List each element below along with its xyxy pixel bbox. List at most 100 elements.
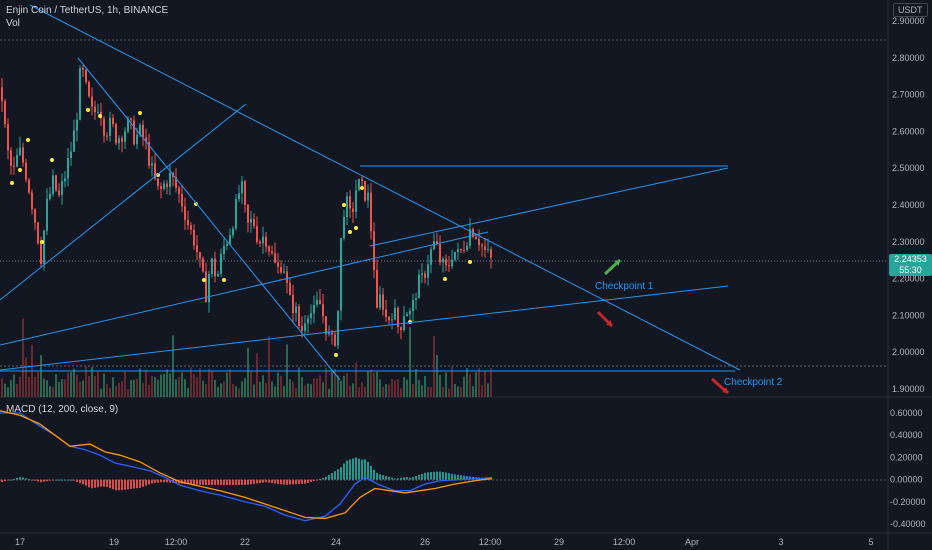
candle-body: [412, 299, 414, 311]
candle-body: [268, 246, 270, 252]
trendline: [0, 285, 729, 371]
volume-bar: [319, 375, 321, 397]
histogram-bar: [274, 479, 276, 484]
candle-body: [235, 198, 237, 229]
candle-body: [253, 218, 255, 227]
currency-badge[interactable]: USDT: [893, 3, 928, 17]
volume-bar: [112, 377, 114, 397]
signal-dot: [342, 203, 346, 207]
signal-dot: [50, 158, 54, 162]
volume-bar: [46, 380, 48, 397]
candle-body: [280, 267, 282, 273]
histogram-bar: [130, 479, 132, 489]
candle-body: [103, 118, 105, 136]
candle-body: [196, 245, 198, 253]
volume-bar: [274, 386, 276, 397]
volume-bar: [91, 367, 93, 397]
time-tick-label: 12:00: [165, 537, 188, 547]
histogram-bar: [205, 479, 207, 485]
volume-bar: [175, 379, 177, 397]
histogram-bar: [439, 471, 441, 480]
histogram-bar: [238, 479, 240, 485]
candle-body: [442, 258, 444, 263]
histogram-bar: [103, 479, 105, 487]
signal-dot: [468, 260, 472, 264]
candle-body: [478, 238, 480, 246]
histogram-bar: [394, 478, 396, 480]
histogram-bar: [232, 479, 234, 485]
volume-bar: [190, 367, 192, 397]
volume-bar: [484, 371, 486, 397]
volume-bar: [457, 386, 459, 397]
volume-bar: [427, 386, 429, 397]
histogram-bar: [226, 479, 228, 485]
volume-bar: [181, 372, 183, 397]
volume-bar: [106, 383, 108, 397]
volume-bar: [418, 379, 420, 397]
candle-body: [358, 178, 360, 191]
volume-bar: [397, 379, 399, 397]
histogram-bar: [7, 479, 9, 481]
volume-bar: [238, 388, 240, 397]
histogram-bar: [241, 479, 243, 485]
volume-bar: [256, 353, 258, 397]
volume-bar: [454, 384, 456, 397]
histogram-bar: [358, 458, 360, 480]
volume-bar: [307, 383, 309, 397]
candle-body: [325, 316, 327, 335]
candle-body: [70, 151, 72, 159]
volume-bar: [145, 369, 147, 397]
candle-body: [178, 187, 180, 194]
candle-body: [217, 273, 219, 277]
candle-body: [112, 117, 114, 125]
volume-bar: [400, 388, 402, 397]
candle-body: [34, 209, 36, 223]
volume-bar: [259, 381, 261, 397]
candle-body: [40, 243, 42, 264]
histogram-bar: [307, 479, 309, 483]
candle-body: [439, 244, 441, 263]
histogram-bar: [346, 460, 348, 480]
volume-bar: [346, 373, 348, 397]
volume-bar: [172, 335, 174, 397]
candle-body: [409, 310, 411, 315]
histogram-bar: [424, 472, 426, 480]
volume-bar: [58, 381, 60, 397]
histogram-bar: [304, 479, 306, 484]
histogram-bar: [157, 479, 159, 483]
time-tick-label: 24: [331, 537, 341, 547]
histogram-bar: [289, 479, 291, 485]
volume-bar: [280, 375, 282, 397]
histogram-bar: [292, 479, 294, 485]
candle-body: [340, 238, 342, 311]
volume-bar: [88, 376, 90, 397]
candle-body: [241, 181, 243, 194]
histogram-bar: [403, 477, 405, 480]
candle-body: [454, 251, 456, 260]
volume-bar: [160, 374, 162, 397]
symbol-title: Enjin Coin / TetherUS, 1h, BINANCE: [6, 5, 169, 16]
histogram-bar: [19, 477, 21, 480]
candle-body: [259, 241, 261, 244]
histogram-bar: [325, 476, 327, 480]
histogram-bar: [154, 479, 156, 484]
last-price-value: 2.24353: [894, 254, 927, 264]
candle-body: [37, 222, 39, 244]
volume-bar: [1, 378, 3, 397]
volume-bar: [214, 379, 216, 397]
candle-body: [337, 310, 339, 346]
volume-bar: [103, 373, 105, 397]
candle-body: [121, 138, 123, 142]
candle-body: [73, 130, 75, 152]
checkpoint-1-label: Checkpoint 1: [595, 281, 654, 292]
histogram-bar: [94, 479, 96, 488]
price-tick-label: 2.50000: [892, 163, 925, 173]
candle-body: [13, 165, 15, 167]
volume-bar: [304, 385, 306, 397]
candle-body: [334, 334, 336, 346]
macd-tick-label: 0.00000: [890, 475, 923, 485]
histogram-bar: [196, 479, 198, 485]
candle-body: [25, 162, 27, 180]
histogram-bar: [409, 477, 411, 480]
histogram-bar: [115, 479, 117, 491]
